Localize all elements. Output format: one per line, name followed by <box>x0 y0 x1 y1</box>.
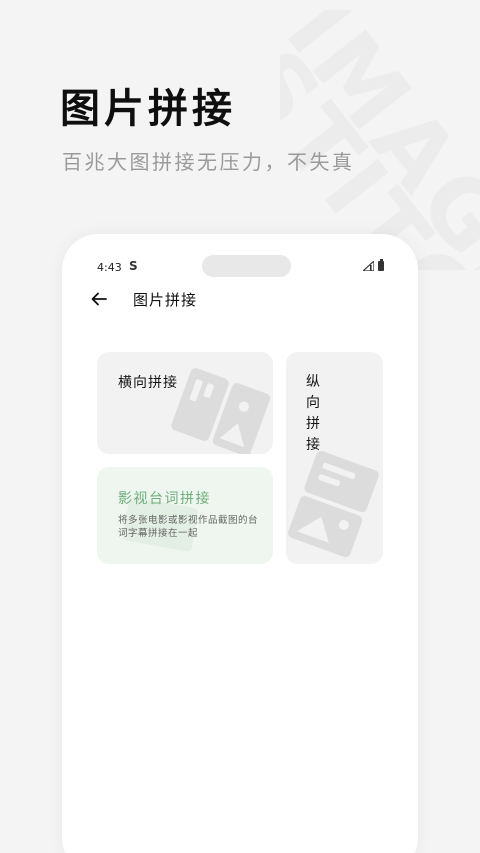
status-time: 4:43 <box>97 261 122 274</box>
background-watermark: IMAGE STITCH <box>280 10 480 270</box>
watermark-text-1: IMAGE <box>280 10 480 270</box>
camera-notch <box>202 255 291 277</box>
subtitle-stitch-label: 影视台词拼接 <box>118 491 211 507</box>
horizontal-stitch-card[interactable]: 横向拼接 <box>97 352 273 454</box>
hero-subtitle: 百兆大图拼接无压力，不失真 <box>62 150 355 174</box>
app-indicator-icon: S <box>129 259 138 273</box>
phone-mockup: 4:43 S 图片拼接 横向拼接 纵向拼接 影视台词拼接 将多张电影或影视作品截… <box>62 234 418 853</box>
app-title: 图片拼接 <box>133 291 198 309</box>
signal-icon <box>363 261 374 271</box>
vertical-stitch-illustration-icon <box>288 450 379 558</box>
hero-title: 图片拼接 <box>60 86 236 132</box>
status-icons <box>363 259 384 271</box>
vertical-stitch-card[interactable]: 纵向拼接 <box>286 352 383 564</box>
subtitle-stitch-description: 将多张电影或影视作品截图的台词字幕拼接在一起 <box>118 515 259 539</box>
subtitle-stitch-card[interactable]: 影视台词拼接 将多张电影或影视作品截图的台词字幕拼接在一起 <box>97 467 273 564</box>
horizontal-stitch-illustration-icon <box>171 368 271 454</box>
back-button[interactable] <box>86 286 112 312</box>
battery-icon <box>378 259 384 271</box>
app-bar: 图片拼接 <box>62 282 418 316</box>
arrow-left-icon <box>91 292 107 306</box>
